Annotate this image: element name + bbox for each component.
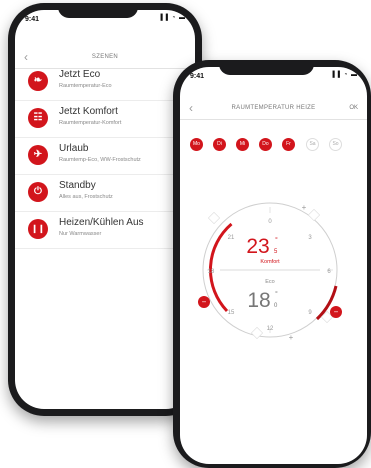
komfort-unit: °: [275, 236, 278, 244]
phone-room-temperature: 9:41 ▐▐ ◔ ▬ ‹ RAUMTEMPERATUR HEIZE OK Mo…: [173, 60, 371, 468]
plus-icon[interactable]: +: [302, 203, 307, 212]
room-temperature-screen: 9:41 ▐▐ ◔ ▬ ‹ RAUMTEMPERATUR HEIZE OK Mo…: [180, 67, 367, 464]
page-title: SZENEN: [91, 54, 119, 60]
hour-label: 0: [268, 219, 272, 225]
komfort-temperature: 23: [246, 235, 269, 258]
leaf-icon: ❧: [28, 71, 48, 91]
dial-handle[interactable]: [250, 326, 264, 340]
scene-item-standby[interactable]: ⏻ Standby Alles aus, Frostschutz: [15, 175, 195, 212]
eco-decimal: 0: [274, 303, 278, 309]
scene-title: Jetzt Komfort: [59, 106, 118, 117]
scene-subtitle: Nur Warmwasser: [59, 231, 102, 237]
komfort-decimal: 5: [274, 249, 278, 255]
scene-title: Jetzt Eco: [59, 69, 101, 80]
eco-unit: °: [275, 290, 278, 298]
hour-label: 12: [267, 326, 274, 332]
power-icon: ⏻: [28, 182, 48, 202]
temperature-dial[interactable]: 0 3 6 9 12 15 18 21 + + 23 5 ° Komfort E…: [180, 67, 367, 464]
status-time: 9:41: [25, 16, 40, 23]
dial-handle[interactable]: [207, 211, 221, 225]
komfort-label: Komfort: [260, 259, 280, 265]
phone-notch: [58, 3, 138, 18]
scene-subtitle: Raumtemperatur-Komfort: [59, 120, 122, 126]
airplane-icon: ✈: [28, 145, 48, 165]
dial-handle[interactable]: [307, 208, 321, 222]
minus-icon: −: [202, 298, 207, 307]
eco-temperature: 18: [247, 289, 270, 312]
scene-title: Urlaub: [59, 143, 89, 154]
scene-item-komfort[interactable]: ☷ Jetzt Komfort Raumtemperatur-Komfort: [15, 101, 195, 138]
minus-icon: −: [334, 308, 339, 317]
scene-item-heizen-aus[interactable]: ❙❙ Heizen/Kühlen Aus Nur Warmwasser: [15, 212, 195, 249]
plus-icon[interactable]: +: [289, 333, 294, 342]
scene-title: Standby: [59, 180, 96, 191]
scene-title: Heizen/Kühlen Aus: [59, 217, 144, 228]
pause-icon: ❙❙: [28, 219, 48, 239]
hour-label: 15: [228, 310, 235, 316]
scene-subtitle: Raumtemp-Eco, WW-Frostschutz: [59, 157, 141, 163]
scene-subtitle: Alles aus, Frostschutz: [59, 194, 113, 200]
scene-list: ❧ Jetzt Eco Raumtemperatur-Eco ☷ Jetzt K…: [15, 64, 195, 249]
phone-notch: [219, 60, 314, 75]
sofa-icon: ☷: [28, 108, 48, 128]
hour-label: 3: [308, 235, 312, 241]
eco-label: Eco: [265, 279, 274, 285]
hour-label: 18: [208, 269, 215, 275]
hour-label: 21: [228, 235, 235, 241]
scene-item-eco[interactable]: ❧ Jetzt Eco Raumtemperatur-Eco: [15, 64, 195, 101]
scene-subtitle: Raumtemperatur-Eco: [59, 83, 112, 89]
hour-label: 9: [308, 310, 312, 316]
scenes-screen: 9:41 ▐▐ ◔ ▬ ‹ SZENEN ❧ Jetzt Eco Raumtem…: [15, 10, 195, 409]
status-icons: ▐▐ ◔ ▬: [158, 15, 186, 21]
scene-item-urlaub[interactable]: ✈ Urlaub Raumtemp-Eco, WW-Frostschutz: [15, 138, 195, 175]
